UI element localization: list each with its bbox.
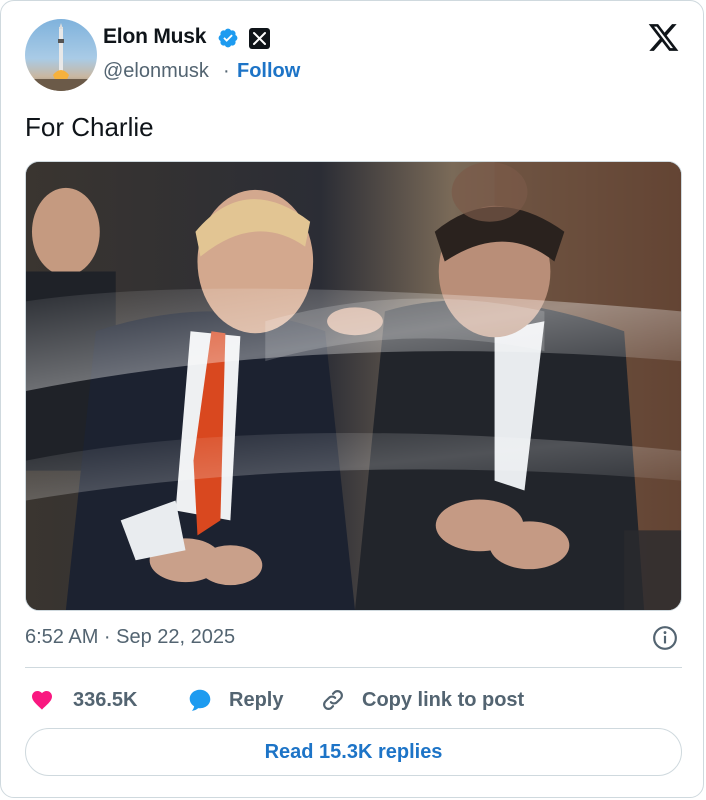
verified-badge-icon — [218, 28, 238, 48]
reply-bubble-icon — [189, 689, 211, 711]
copy-link-label: Copy link to post — [362, 688, 525, 711]
copy-link-button[interactable]: Copy link to post — [320, 685, 524, 715]
info-icon[interactable] — [652, 625, 678, 651]
likes-count: 336.5K — [73, 688, 138, 711]
read-replies-button[interactable]: Read 15.3K replies — [25, 728, 682, 776]
author-handle[interactable]: @elonmusk — [103, 60, 209, 83]
x-logo-icon[interactable] — [647, 21, 680, 54]
heart-icon — [32, 691, 52, 710]
tweet-photo[interactable] — [25, 161, 682, 611]
reply-button[interactable]: Reply — [187, 685, 283, 715]
divider — [25, 667, 682, 668]
author-name[interactable]: Elon Musk — [103, 25, 206, 49]
like-button[interactable]: 336.5K — [29, 685, 138, 715]
tweet-card: Elon Musk @elonmusk · Follow For Charlie — [0, 0, 704, 798]
separator-dot: · — [223, 60, 230, 82]
follow-button[interactable]: Follow — [237, 60, 300, 83]
avatar[interactable] — [25, 19, 97, 91]
tweet-timestamp[interactable]: 6:52 AM · Sep 22, 2025 — [25, 626, 235, 649]
x-badge-icon — [249, 28, 270, 49]
tweet-text: For Charlie — [25, 112, 154, 142]
link-icon — [323, 690, 343, 710]
reply-label: Reply — [229, 688, 284, 711]
